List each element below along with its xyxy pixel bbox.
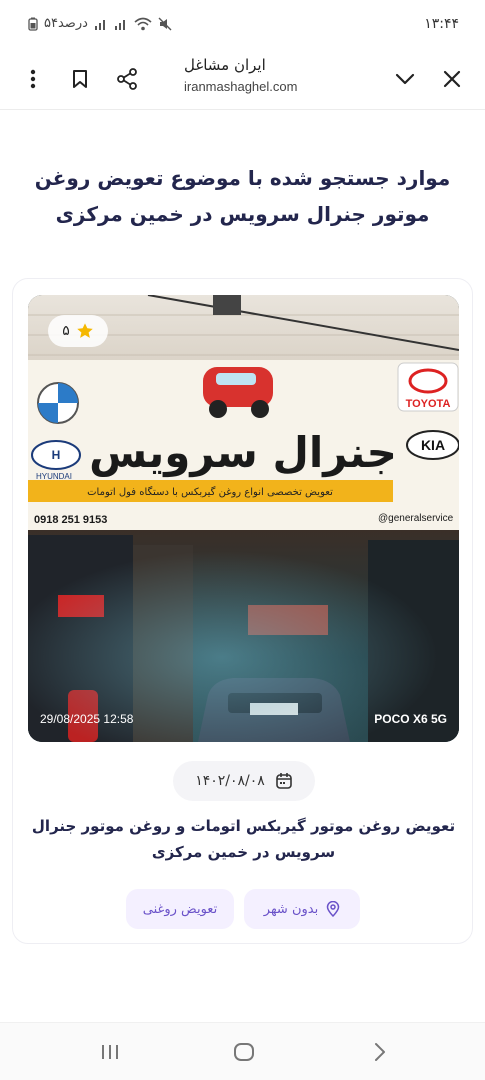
status-icons: ۵۴درصد	[28, 16, 172, 31]
location-pin-icon	[326, 901, 340, 917]
battery-icon	[28, 17, 38, 31]
tag-location-label: بدون شهر	[263, 901, 319, 917]
date-value: ۱۴۰۲/۰۸/۰۸	[195, 773, 265, 789]
status-time: ۱۳:۴۴	[424, 16, 459, 32]
rating-value: ۵	[62, 323, 70, 339]
shop-photo[interactable]: H HYUNDAI TOYOTA KIA جنرال سرویس تعویض ت…	[28, 295, 459, 742]
site-title: ایران مشاغل	[184, 56, 266, 74]
tag-category-label: تعویض روغنی	[142, 901, 218, 917]
status-bar: ۵۴درصد ۱۳:۴۴	[0, 0, 485, 50]
site-url: iranmashaghel.com	[184, 79, 298, 94]
card-title[interactable]: تعویض روغن موتور گیربکس اتومات و روغن مو…	[31, 813, 456, 865]
photo-device: POCO X6 5G	[374, 712, 447, 726]
page-title: موارد جستجو شده با موضوع تعویض روغن موتو…	[34, 166, 451, 226]
tag-location[interactable]: بدون شهر	[244, 889, 360, 929]
mute-icon	[158, 17, 172, 30]
photo-timestamp: 29/08/2025 12:58	[40, 712, 134, 726]
more-vert-icon[interactable]	[16, 62, 50, 96]
browser-toolbar: ایران مشاغل iranmashaghel.com	[0, 50, 485, 110]
system-nav-bar	[0, 1022, 485, 1080]
signal-icon	[94, 19, 105, 30]
sign-instagram: @generalservice	[378, 513, 454, 524]
signal-icon-2	[114, 19, 125, 30]
sign-main-text: جنرال سرویس	[89, 428, 397, 478]
date-badge: ۱۴۰۲/۰۸/۰۸	[173, 761, 315, 801]
back-icon[interactable]	[360, 1037, 400, 1067]
home-icon[interactable]	[224, 1037, 264, 1067]
star-icon	[77, 323, 93, 338]
sign-phone: 0918 251 9153	[34, 514, 107, 526]
toyota-logo-text: TOYOTA	[406, 398, 451, 410]
result-card[interactable]: H HYUNDAI TOYOTA KIA جنرال سرویس تعویض ت…	[12, 278, 473, 944]
svg-text:H: H	[52, 448, 61, 462]
close-icon[interactable]	[435, 62, 469, 96]
wifi-icon	[134, 17, 152, 30]
tag-category[interactable]: تعویض روغنی	[126, 889, 234, 929]
calendar-icon	[275, 773, 292, 789]
sign-subtext: تعویض تخصصی انواع روغن گیربکس با دستگاه …	[87, 486, 333, 498]
rating-badge: ۵	[48, 315, 108, 347]
bookmark-icon[interactable]	[63, 62, 97, 96]
kia-logo-text: KIA	[421, 437, 445, 453]
chevron-down-icon[interactable]	[388, 62, 422, 96]
recents-icon[interactable]	[90, 1037, 130, 1067]
hyundai-logo-text: HYUNDAI	[36, 472, 72, 481]
share-icon[interactable]	[110, 62, 144, 96]
battery-percent: ۵۴درصد	[44, 16, 88, 31]
site-info[interactable]: ایران مشاغل iranmashaghel.com	[184, 56, 364, 94]
